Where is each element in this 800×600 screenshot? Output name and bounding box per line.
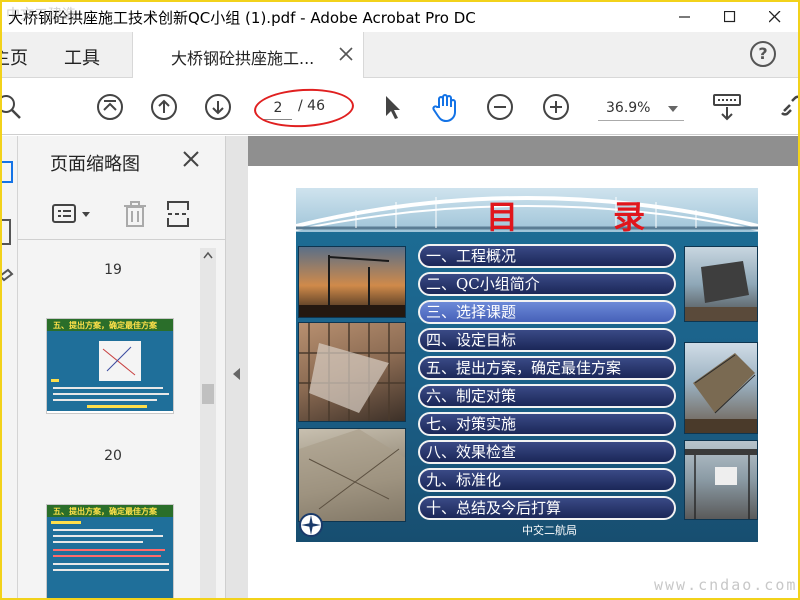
split-page-icon[interactable] (166, 200, 192, 232)
toc-item[interactable]: 四、设定目标 (418, 328, 676, 352)
close-tab-icon[interactable] (339, 46, 353, 65)
maximize-button[interactable] (707, 2, 752, 32)
minimize-button[interactable] (662, 2, 707, 32)
panel-title: 页面缩略图 (50, 154, 140, 175)
first-page-icon[interactable] (96, 93, 124, 121)
pdf-page: 目 录 一、工程概况 二、QC小组简介 三、选择课题 四、设定目标 五、提出方案… (248, 166, 798, 598)
toc-item[interactable]: 一、工程概况 (418, 244, 676, 268)
toc-item[interactable]: 二、QC小组简介 (418, 272, 676, 296)
thumbnail-page-number: 19 (104, 262, 122, 278)
document-tab-label: 大桥钢砼拱座施工... (171, 49, 315, 68)
toc-item[interactable]: 十、总结及今后打算 (418, 496, 676, 520)
title-bar: 大桥钢砼拱座施工技术创新QC小组 (1).pdf - Adobe Acrobat… (2, 2, 798, 32)
corner-watermark: 中文二建造 (6, 7, 76, 23)
toc-item[interactable]: 五、提出方案，确定最佳方案 (418, 356, 676, 380)
thumbnail-toolbar (18, 188, 226, 240)
thumbnail-scrollbar[interactable] (200, 248, 216, 598)
acrobat-window: 大桥钢砼拱座施工技术创新QC小组 (1).pdf - Adobe Acrobat… (0, 0, 800, 600)
zoom-search-icon[interactable] (2, 93, 24, 121)
photo-construction-sunset (298, 246, 406, 318)
keyboard-scroll-icon[interactable] (712, 93, 744, 121)
photo-crane-lift (684, 440, 758, 520)
zoom-out-icon[interactable] (486, 93, 514, 121)
tab-document[interactable]: 大桥钢砼拱座施工... (132, 32, 364, 78)
window-title: 大桥钢砼拱座施工技术创新QC小组 (1).pdf - Adobe Acrobat… (8, 9, 476, 27)
menu-bar: 主页 工具 大桥钢砼拱座施工... ? (2, 32, 798, 78)
help-icon[interactable]: ? (750, 41, 776, 67)
chevron-down-icon (668, 106, 678, 112)
tab-tools[interactable]: 工具 (64, 44, 100, 70)
photo-rebar-formwork (298, 322, 406, 422)
company-logo-icon (299, 513, 323, 537)
tab-home[interactable]: 主页 (2, 44, 28, 70)
page-thumbnails-panel: 页面缩略图 19 五、提出方案，确定最佳方案 20 五、提出方案，确定最佳方案 (18, 136, 226, 598)
slide-contents: 目 录 一、工程概况 二、QC小组简介 三、选择课题 四、设定目标 五、提出方案… (296, 188, 758, 542)
toc-item[interactable]: 八、效果检查 (418, 440, 676, 464)
thumbnail-page-20[interactable]: 五、提出方案，确定最佳方案 (46, 318, 174, 414)
toc-item[interactable]: 六、制定对策 (418, 384, 676, 408)
chevron-left-icon (233, 368, 240, 380)
photo-arch-rib (684, 342, 758, 434)
close-panel-icon[interactable] (182, 150, 200, 172)
hand-tool-icon[interactable] (430, 93, 458, 123)
site-watermark: www.cndao.com (654, 576, 798, 594)
thumbnail-page-21[interactable]: 五、提出方案，确定最佳方案 (46, 504, 174, 598)
thumbnail-options-icon[interactable] (52, 202, 96, 230)
photo-arch-foot (298, 428, 406, 522)
toc-item[interactable]: 九、标准化 (418, 468, 676, 492)
zoom-level-select[interactable]: 36.9% (598, 95, 684, 121)
page-gap (248, 136, 798, 166)
navigation-rail (2, 136, 18, 598)
toolbar: 2 / 46 36.9% (2, 79, 798, 135)
previous-page-icon[interactable] (150, 93, 178, 121)
toc-item-highlighted[interactable]: 三、选择课题 (418, 300, 676, 324)
photo-steel-segment (684, 246, 758, 322)
toc-item[interactable]: 七、对策实施 (418, 412, 676, 436)
red-annotation-circle (253, 86, 355, 130)
document-view[interactable]: 目 录 一、工程概况 二、QC小组简介 三、选择课题 四、设定目标 五、提出方案… (248, 136, 798, 598)
scrollbar-thumb[interactable] (202, 384, 214, 404)
slide-footer: 中交二航局 (522, 524, 577, 537)
next-page-icon[interactable] (204, 93, 232, 121)
select-cursor-icon[interactable] (378, 93, 406, 121)
collapse-panel-handle[interactable] (226, 136, 248, 598)
delete-page-icon[interactable] (122, 200, 148, 232)
zoom-level-value: 36.9% (606, 100, 651, 116)
close-window-button[interactable] (752, 2, 797, 32)
thumbnail-page-number: 20 (104, 448, 122, 464)
thumbnail-list: 19 五、提出方案，确定最佳方案 20 五、提出方案，确定最佳方案 (18, 242, 226, 598)
link-icon[interactable] (778, 93, 798, 121)
slide-title: 目 录 (486, 198, 688, 236)
zoom-in-icon[interactable] (542, 93, 570, 121)
